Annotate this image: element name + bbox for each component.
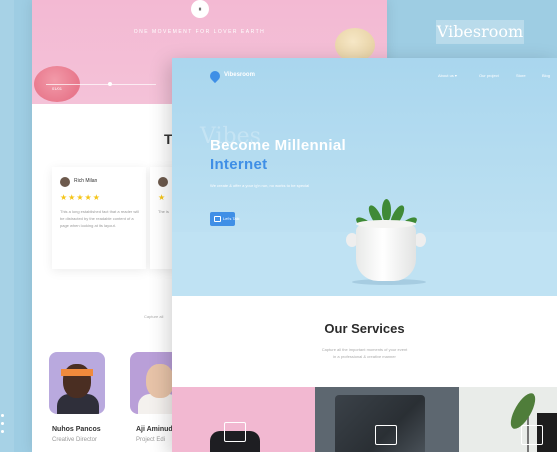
potted-plant-image [346,195,432,285]
logo-drop-icon [207,68,223,84]
services-subtitle: Capture all the important moments of you… [172,346,557,360]
avatar [158,177,168,187]
hero-title: Become Millennial [210,137,346,154]
photo-head [146,364,174,398]
services-subtitle-line: in a professional & creative manner [333,354,396,359]
star-icon: ★ [158,193,167,202]
team-member-role: Creative Director [52,437,98,443]
slide-counter: 01/01 [52,86,63,91]
lets-talk-button[interactable]: Let's Talk [210,212,239,226]
service-tile-design[interactable] [459,387,557,452]
slider-dot[interactable] [108,82,112,86]
left-accent-strip [0,0,14,452]
nav-item-about[interactable]: About us ▾ [438,73,457,78]
chat-icon [214,215,221,222]
slider-track[interactable] [46,84,156,85]
team-member-name: Aji Aminud [136,426,173,433]
team-caption: Capture all [144,314,164,319]
hero-title-accent: Internet [210,156,268,173]
hero-section: Vibesroom About us ▾ Our project Store B… [172,58,557,296]
photo-headband [61,369,93,376]
screenshot-stage: ⏸ ONE MOVEMENT FOR LOVER EARTH 01/01 Te … [0,0,557,452]
more-dots-icon[interactable] [0,414,6,438]
nav-item-store[interactable]: Store [516,73,526,78]
avatar [60,177,70,187]
services-subtitle-line: Capture all the important moments of you… [321,347,408,352]
nav-item-blog[interactable]: Blog [542,73,550,78]
front-page-preview: Vibesroom About us ▾ Our project Store B… [172,58,557,452]
team-member-role: Project Edi [136,437,166,443]
brand-badge: Vibesroom [436,20,524,44]
cta-label: Let's Talk [223,216,240,221]
testimonial-card: Rich Milan ★★★★★ This a long established… [52,167,146,269]
film-icon [375,425,397,445]
service-tile-video[interactable] [315,387,459,452]
testimonial-author: Rich Milan [74,178,98,184]
nav-item-project[interactable]: Our project [479,73,499,78]
testimonial-text: This a long established fact that a read… [60,209,139,228]
logo-text: Vibesroom [224,72,255,78]
edit-icon [521,425,543,445]
services-title: Our Services [324,321,405,336]
star-icon: ★★★★★ [60,193,101,202]
hero-tagline: ONE MOVEMENT FOR LOVER EARTH [133,29,266,35]
team-member-name: Nuhos Pancos [52,426,101,433]
image-icon [224,422,246,442]
service-tile-photo[interactable] [172,387,315,452]
hero-subtitle: We create & offer a your ig'n run, no wo… [210,183,310,188]
team-member-photo[interactable] [49,352,105,414]
play-pause-icon[interactable]: ⏸ [191,0,209,18]
